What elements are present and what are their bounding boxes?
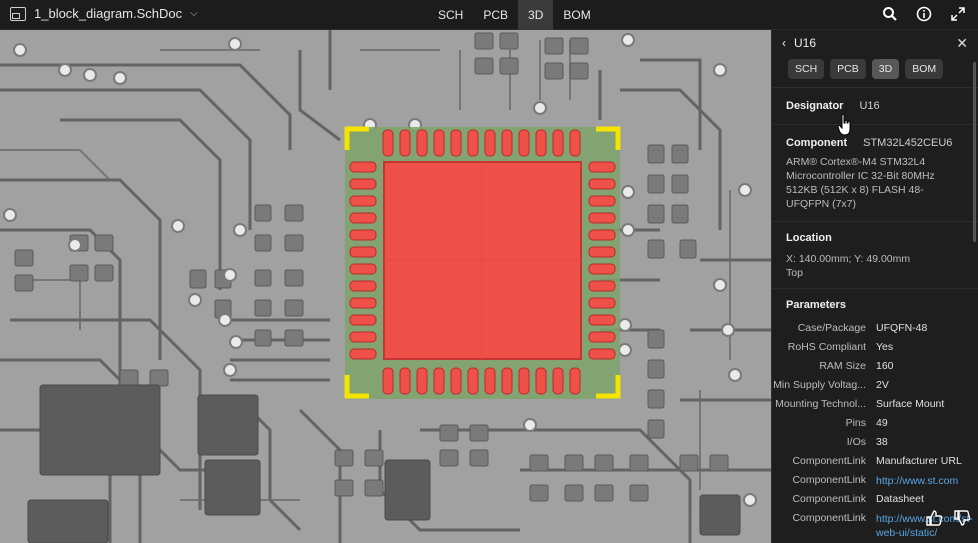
close-icon[interactable]: ✕	[956, 35, 968, 52]
param-value: Datasheet	[876, 493, 924, 505]
panel-tab-sch[interactable]: SCH	[788, 59, 825, 79]
pcb-board	[0, 30, 771, 543]
param-value: Yes	[876, 341, 894, 353]
panel-tab-3d[interactable]: 3D	[871, 59, 900, 79]
param-row: Min Supply Voltag... 2V	[772, 376, 974, 395]
document-icon	[10, 6, 26, 21]
param-row: Pins 49	[772, 414, 974, 433]
param-key: ComponentLink	[792, 512, 866, 524]
param-key: Case/Package	[797, 322, 866, 334]
param-key: ComponentLink	[792, 474, 866, 486]
panel-tabs: SCH PCB 3D BOM	[772, 56, 978, 88]
param-row: Case/Package UFQFN-48	[772, 319, 974, 338]
param-key: RoHS Compliant	[787, 341, 866, 353]
thumbs-down-icon[interactable]	[953, 509, 971, 527]
chevron-down-icon: ⌵	[190, 8, 198, 19]
panel-scrollbar[interactable]	[973, 62, 976, 242]
tab-bom[interactable]: BOM	[553, 0, 600, 30]
info-icon[interactable]	[914, 4, 934, 24]
param-key: ComponentLink	[792, 455, 866, 467]
panel-tab-bom[interactable]: BOM	[905, 59, 944, 79]
tab-sch[interactable]: SCH	[428, 0, 473, 30]
param-value: 49	[876, 417, 888, 429]
param-row: ComponentLink Manufacturer URL	[772, 452, 974, 471]
tab-pcb[interactable]: PCB	[473, 0, 518, 30]
param-row: Mounting Technol... Surface Mount	[772, 395, 974, 414]
param-key: Pins	[845, 417, 866, 429]
back-button[interactable]: ‹ U16	[782, 36, 816, 50]
pointer-cursor-icon	[838, 114, 851, 136]
param-key: Min Supply Voltag...	[773, 379, 866, 391]
param-value: Surface Mount	[876, 398, 945, 410]
param-row: RAM Size 160	[772, 357, 974, 376]
tab-3d[interactable]: 3D	[518, 0, 554, 30]
designator-section: Designator U16	[772, 88, 978, 125]
param-row: ComponentLink http://www.st.com	[772, 471, 974, 490]
parameters-title: Parameters	[786, 299, 846, 311]
param-key: I/Os	[846, 436, 866, 448]
param-value: 2V	[876, 379, 889, 391]
param-row: ComponentLink Datasheet	[772, 490, 974, 509]
component-description: ARM® Cortex®-M4 STM32L4 Microcontroller …	[786, 156, 935, 210]
designator-label: Designator	[786, 100, 844, 112]
parameters-section: Parameters Case/Package UFQFN-48 RoHS Com…	[772, 289, 978, 540]
param-row: I/Os 38	[772, 433, 974, 452]
pcb-3d-viewport[interactable]	[0, 30, 771, 543]
feedback-controls	[925, 509, 971, 527]
param-value: 160	[876, 360, 894, 372]
param-key: RAM Size	[819, 360, 866, 372]
location-side: Top	[786, 267, 803, 279]
location-section: Location X: 140.00mm; Y: 49.00mm Top	[772, 222, 978, 289]
view-tabs: SCH PCB 3D BOM	[428, 0, 601, 30]
designator-value: U16	[859, 100, 880, 112]
parameters-list: Case/Package UFQFN-48 RoHS Compliant Yes R…	[772, 319, 974, 540]
param-value: 38	[876, 436, 888, 448]
document-selector[interactable]: 1_block_diagram.SchDoc ⌵	[10, 6, 198, 21]
param-value: UFQFN-48	[876, 322, 928, 334]
document-name: 1_block_diagram.SchDoc	[34, 6, 183, 21]
component-section: Component STM32L452CEU6 ARM® Cortex®-M4 …	[772, 125, 978, 222]
param-value: Manufacturer URL	[876, 455, 962, 467]
thumbs-up-icon[interactable]	[925, 509, 943, 527]
top-bar: 1_block_diagram.SchDoc ⌵ SCH PCB 3D BOM	[0, 0, 978, 30]
expand-icon[interactable]	[948, 4, 968, 24]
search-icon[interactable]	[880, 4, 900, 24]
param-row: RoHS Compliant Yes	[772, 338, 974, 357]
component-value: STM32L452CEU6	[863, 137, 953, 149]
location-coordinates: X: 140.00mm; Y: 49.00mm	[786, 253, 911, 265]
component-label: Component	[786, 137, 848, 149]
top-actions	[880, 4, 968, 24]
chevron-left-icon: ‹	[782, 36, 786, 50]
location-title: Location	[786, 232, 832, 244]
properties-panel: ‹ U16 ✕ SCH PCB 3D BOM Designator U16 Co…	[771, 30, 978, 543]
panel-title: U16	[794, 36, 817, 50]
component-link[interactable]: http://www.st.com	[866, 471, 958, 490]
param-key: ComponentLink	[792, 493, 866, 505]
panel-tab-pcb[interactable]: PCB	[830, 59, 866, 79]
panel-header: ‹ U16 ✕	[772, 30, 978, 56]
param-key: Mounting Technol...	[775, 398, 866, 410]
